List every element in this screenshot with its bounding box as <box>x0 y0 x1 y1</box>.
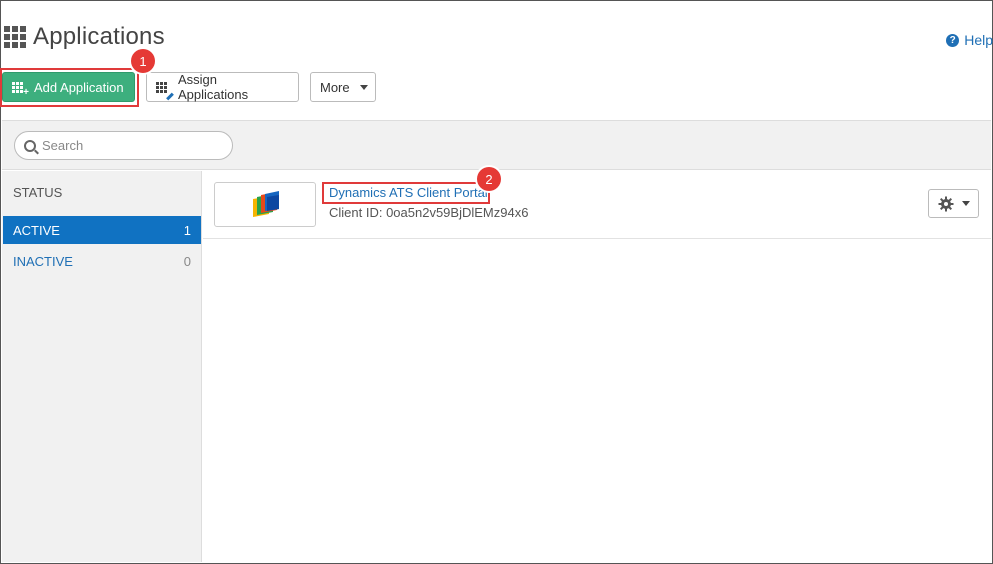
more-dropdown[interactable]: More <box>310 72 376 102</box>
gear-icon <box>938 196 953 211</box>
sidebar-item-label: INACTIVE <box>13 253 73 269</box>
app-logo <box>214 182 316 227</box>
search-box[interactable] <box>14 131 233 160</box>
assign-applications-label: Assign Applications <box>178 72 249 102</box>
apps-grid-icon <box>4 26 26 48</box>
assign-app-icon <box>156 81 174 100</box>
highlight-add-application <box>0 68 139 107</box>
more-label: More <box>320 79 350 95</box>
status-sidebar: STATUS ACTIVE 1 INACTIVE 0 <box>2 171 202 562</box>
highlight-app-name <box>322 182 490 204</box>
search-icon <box>24 139 36 152</box>
sidebar-item-count: 0 <box>183 253 191 269</box>
search-bar <box>2 120 991 170</box>
sidebar-item-inactive[interactable]: INACTIVE 0 <box>3 247 201 275</box>
sidebar-item-count: 1 <box>183 222 191 238</box>
help-label: Help <box>964 32 993 48</box>
search-input[interactable] <box>42 138 212 153</box>
sidebar-item-label: ACTIVE <box>13 222 60 238</box>
app-settings-dropdown[interactable] <box>928 189 979 218</box>
assign-applications-button[interactable]: Assign Applications <box>146 72 299 102</box>
chevron-down-icon <box>359 84 368 90</box>
app-client-id: Client ID: 0oa5n2v59BjDlEMz94x6 <box>329 205 529 220</box>
callout-badge-1: 1 <box>131 49 155 73</box>
status-heading: STATUS <box>13 185 63 200</box>
page-title: Applications <box>33 23 165 50</box>
chevron-down-icon <box>961 201 970 206</box>
help-icon: ? <box>946 33 960 47</box>
callout-badge-2: 2 <box>477 167 501 191</box>
dynamics-logo-icon <box>253 191 279 217</box>
help-link[interactable]: ? Help <box>946 32 993 48</box>
sidebar-item-active[interactable]: ACTIVE 1 <box>3 216 201 244</box>
